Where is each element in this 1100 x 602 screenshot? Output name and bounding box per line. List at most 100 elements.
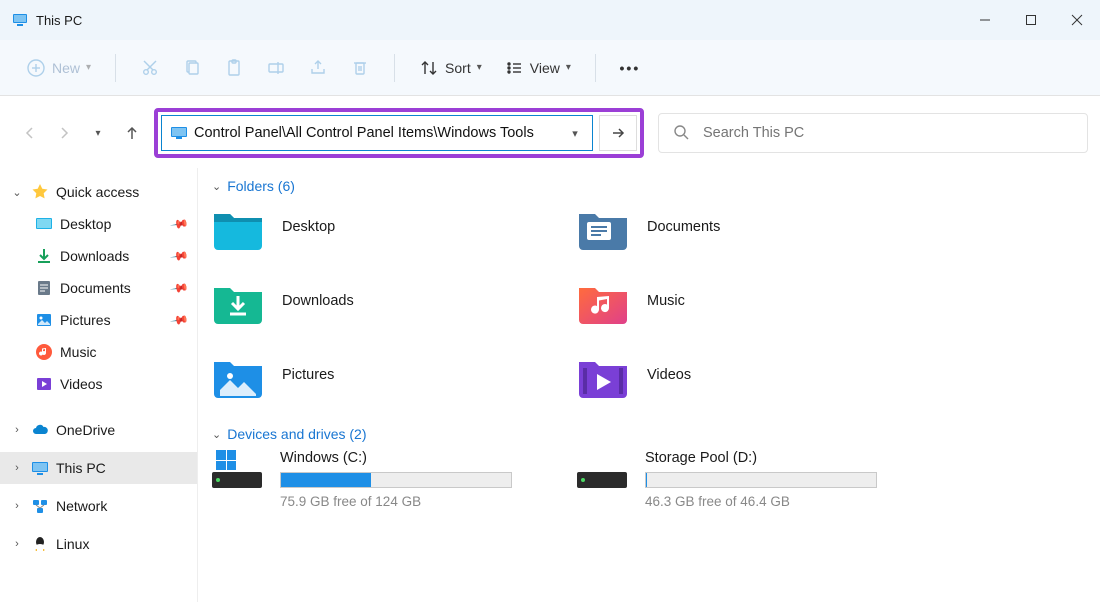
chevron-down-icon: ⌄: [212, 428, 221, 441]
up-button[interactable]: [122, 123, 142, 143]
sidebar-item-desktop[interactable]: Desktop 📌: [0, 208, 197, 240]
chevron-right-icon: ›: [10, 462, 24, 474]
scissors-icon: [140, 58, 160, 78]
sidebar-label: Videos: [60, 376, 103, 392]
new-button[interactable]: New ▾: [18, 50, 99, 86]
sidebar-network[interactable]: › Network: [0, 490, 197, 522]
copy-button[interactable]: [174, 50, 210, 86]
sidebar-this-pc[interactable]: › This PC: [0, 452, 197, 484]
videos-icon: [34, 374, 54, 394]
document-icon: [34, 278, 54, 298]
delete-button[interactable]: [342, 50, 378, 86]
chevron-right-icon: ›: [10, 424, 24, 436]
chevron-down-icon: ▾: [86, 62, 91, 73]
linux-icon: [30, 534, 50, 554]
sidebar-item-downloads[interactable]: Downloads 📌: [0, 240, 197, 272]
sidebar-item-music[interactable]: Music: [0, 336, 197, 368]
command-bar: New ▾: [0, 40, 1100, 96]
folders-section-header[interactable]: ⌄ Folders (6): [212, 178, 1080, 194]
chevron-down-icon: ⌄: [10, 186, 24, 199]
folder-label: Desktop: [282, 219, 335, 235]
sidebar-quick-access[interactable]: ⌄ Quick access: [0, 176, 197, 208]
sidebar-item-pictures[interactable]: Pictures 📌: [0, 304, 197, 336]
chevron-right-icon: ›: [10, 500, 24, 512]
desktop-folder-icon: [212, 204, 264, 250]
videos-folder-icon: [577, 352, 629, 398]
view-label: View: [530, 60, 560, 76]
music-folder-icon: [577, 278, 629, 324]
folder-label: Pictures: [282, 367, 334, 383]
downloads-folder-icon: [212, 278, 264, 324]
pictures-icon: [34, 310, 54, 330]
share-button[interactable]: [300, 50, 336, 86]
chevron-down-icon: ▾: [566, 62, 571, 73]
minimize-button[interactable]: [962, 0, 1008, 40]
paste-button[interactable]: [216, 50, 252, 86]
copy-icon: [182, 58, 202, 78]
documents-folder-icon: [577, 204, 629, 250]
folder-item-pictures[interactable]: Pictures: [212, 350, 547, 400]
view-icon: [504, 58, 524, 78]
share-icon: [308, 58, 328, 78]
address-input[interactable]: [194, 125, 564, 141]
window-title: This PC: [36, 13, 82, 28]
folder-label: Downloads: [282, 293, 354, 309]
folder-item-videos[interactable]: Videos: [577, 350, 912, 400]
address-dropdown-button[interactable]: ▾: [564, 127, 586, 140]
sidebar-label: OneDrive: [56, 422, 115, 438]
drive-free-text: 46.3 GB free of 46.4 GB: [645, 494, 912, 509]
drive-icon: [577, 450, 629, 509]
close-button[interactable]: [1054, 0, 1100, 40]
navigation-pane: ⌄ Quick access Desktop 📌 Downloads 📌 Doc…: [0, 168, 198, 602]
back-button[interactable]: [20, 123, 40, 143]
new-label: New: [52, 60, 80, 76]
sidebar-item-videos[interactable]: Videos: [0, 368, 197, 400]
folders-header-label: Folders (6): [227, 178, 295, 194]
maximize-button[interactable]: [1008, 0, 1054, 40]
drive-name: Storage Pool (D:): [645, 450, 912, 466]
drive-usage-bar: [280, 472, 512, 488]
sidebar-linux[interactable]: › Linux: [0, 528, 197, 560]
cut-button[interactable]: [132, 50, 168, 86]
sidebar-label: This PC: [56, 460, 106, 476]
sort-button[interactable]: Sort ▾: [411, 50, 490, 86]
sidebar-label: Network: [56, 498, 107, 514]
drive-free-text: 75.9 GB free of 124 GB: [280, 494, 547, 509]
search-input[interactable]: [703, 125, 1073, 141]
cloud-icon: [30, 420, 50, 440]
sidebar-label: Desktop: [60, 216, 111, 232]
pin-icon: 📌: [169, 278, 189, 298]
search-box[interactable]: [658, 113, 1088, 153]
chevron-right-icon: ›: [10, 538, 24, 550]
clipboard-icon: [224, 58, 244, 78]
chevron-down-icon: ⌄: [212, 180, 221, 193]
sidebar-label: Music: [60, 344, 97, 360]
more-button[interactable]: •••: [612, 50, 648, 86]
recent-locations-button[interactable]: ▾: [88, 123, 108, 143]
pin-icon: 📌: [169, 214, 189, 234]
drive-item-c[interactable]: Windows (C:) 75.9 GB free of 124 GB: [212, 450, 547, 509]
sort-label: Sort: [445, 60, 471, 76]
forward-button[interactable]: [54, 123, 74, 143]
folder-item-desktop[interactable]: Desktop: [212, 202, 547, 252]
ellipsis-icon: •••: [620, 58, 640, 78]
drives-section-header[interactable]: ⌄ Devices and drives (2): [212, 426, 1080, 442]
sidebar-item-documents[interactable]: Documents 📌: [0, 272, 197, 304]
folder-label: Music: [647, 293, 685, 309]
go-button[interactable]: [599, 115, 637, 151]
chevron-down-icon: ▾: [477, 62, 482, 73]
network-icon: [30, 496, 50, 516]
rename-button[interactable]: [258, 50, 294, 86]
drive-usage-bar: [645, 472, 877, 488]
sidebar-label: Linux: [56, 536, 89, 552]
drives-header-label: Devices and drives (2): [227, 426, 366, 442]
folder-item-music[interactable]: Music: [577, 276, 912, 326]
drive-item-d[interactable]: Storage Pool (D:) 46.3 GB free of 46.4 G…: [577, 450, 912, 509]
star-icon: [30, 182, 50, 202]
address-bar[interactable]: ▾: [161, 115, 593, 151]
view-button[interactable]: View ▾: [496, 50, 579, 86]
sidebar-onedrive[interactable]: › OneDrive: [0, 414, 197, 446]
folder-item-documents[interactable]: Documents: [577, 202, 912, 252]
rename-icon: [266, 58, 286, 78]
folder-item-downloads[interactable]: Downloads: [212, 276, 547, 326]
